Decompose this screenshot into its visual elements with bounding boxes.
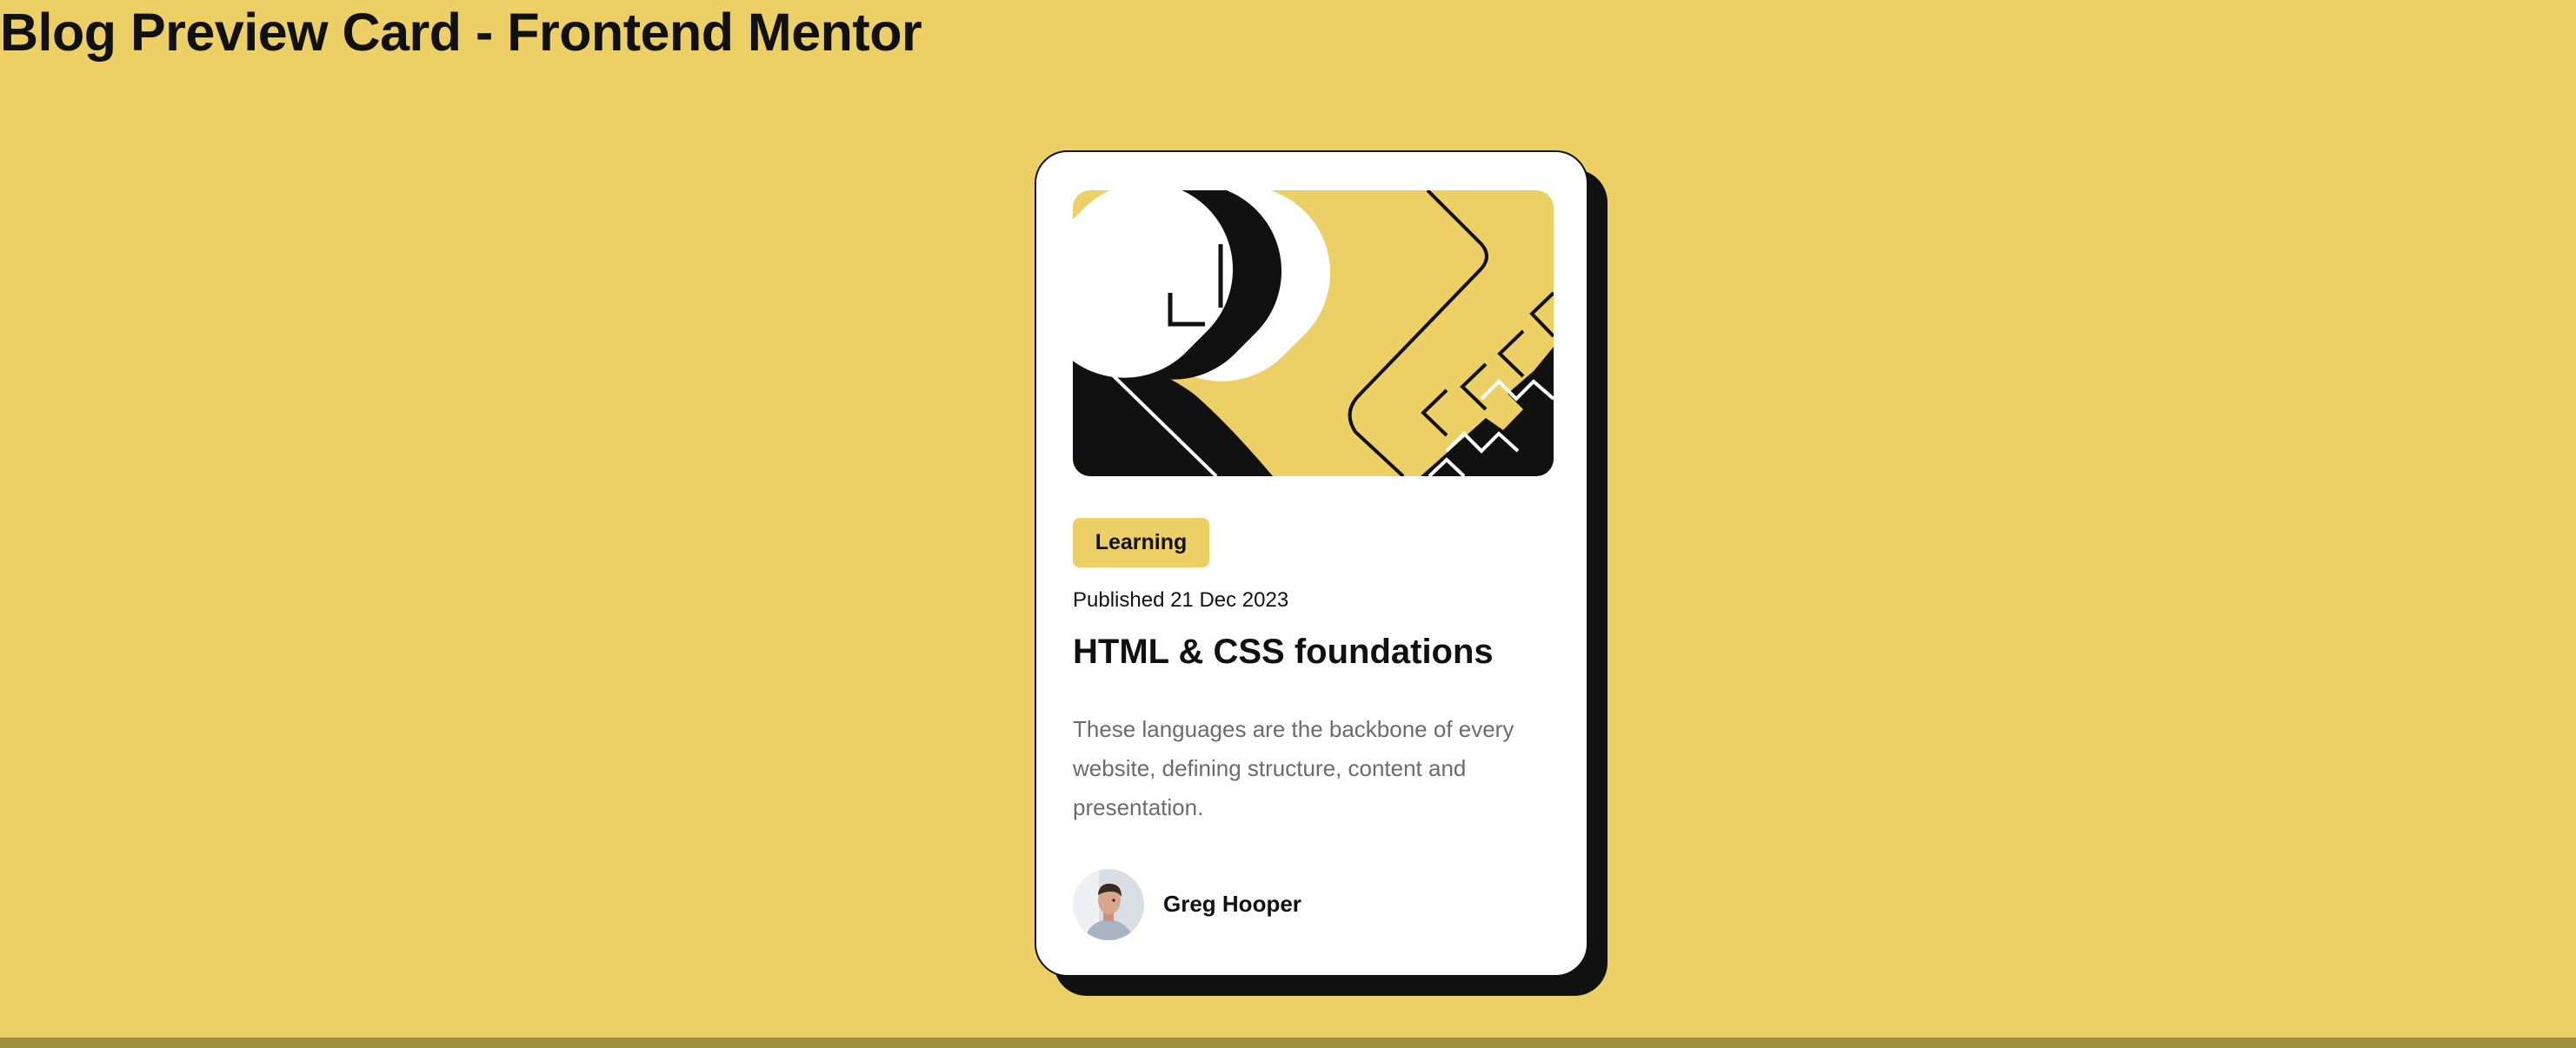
author-name: Greg Hooper (1163, 891, 1301, 917)
bottom-strip (0, 1038, 2576, 1048)
category-tag: Learning (1073, 518, 1209, 567)
author-avatar (1073, 869, 1144, 940)
post-title[interactable]: HTML & CSS foundations (1073, 630, 1494, 673)
blog-preview-card: Learning Published 21 Dec 2023 HTML & CS… (1035, 150, 1588, 977)
card-illustration (1073, 190, 1554, 476)
published-date: Published 21 Dec 2023 (1073, 588, 1289, 612)
page-title: Blog Preview Card - Frontend Mentor (0, 3, 922, 62)
post-excerpt: These languages are the backbone of ever… (1073, 716, 1514, 820)
